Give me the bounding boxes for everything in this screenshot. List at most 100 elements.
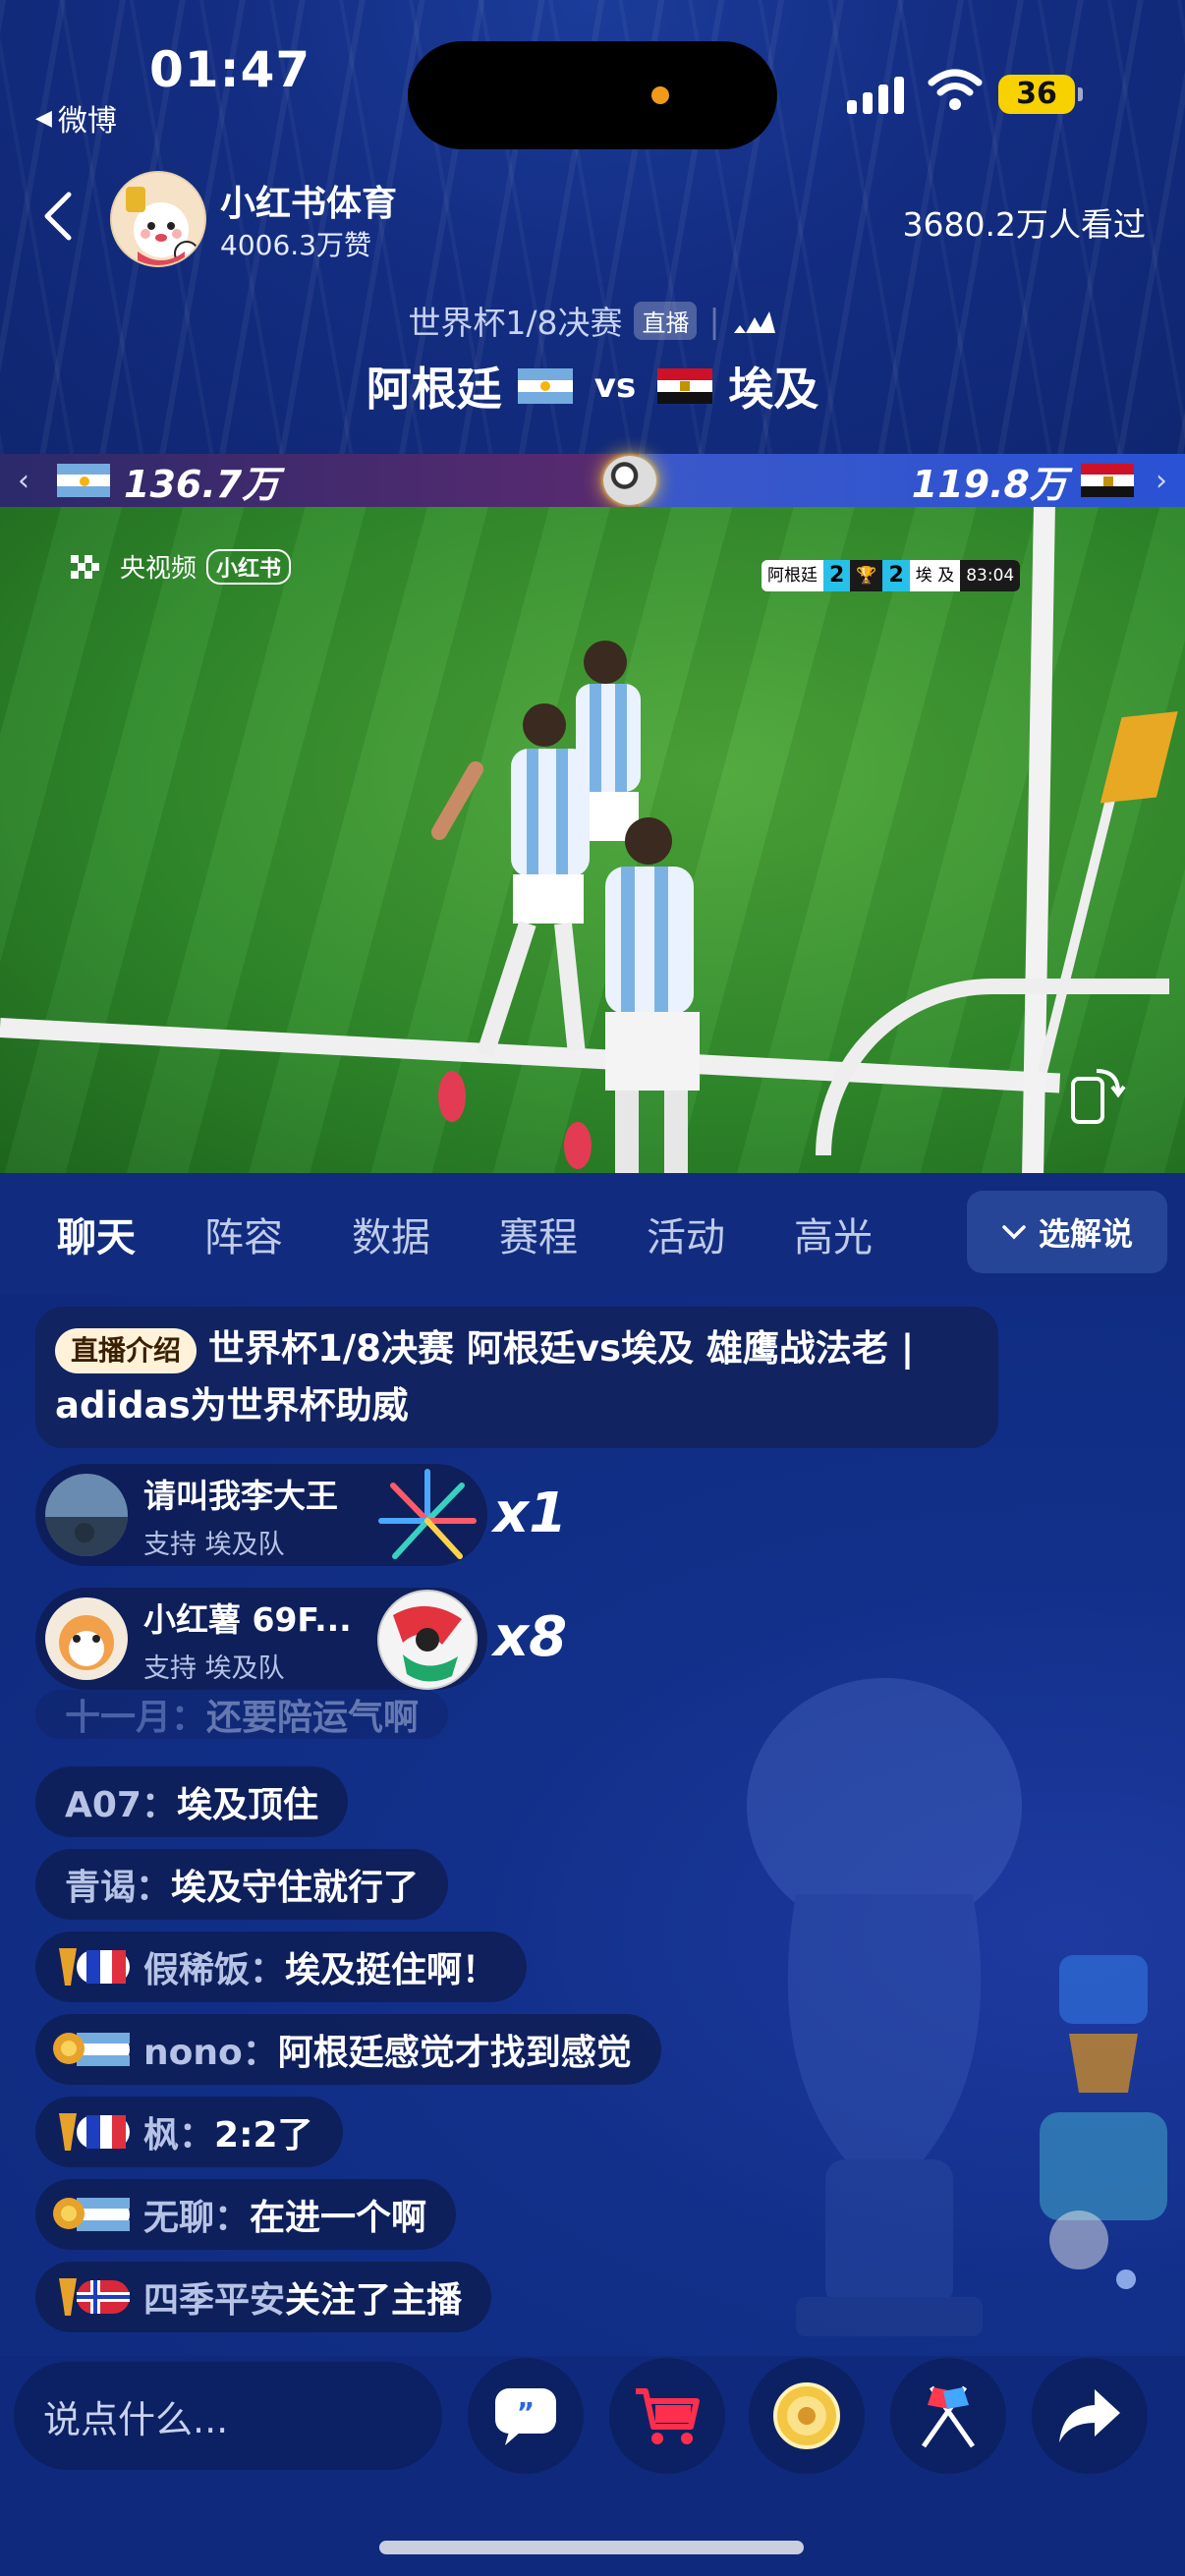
scoreboard-home: 阿根廷 <box>767 566 818 586</box>
tab-stats[interactable]: 数据 <box>352 1205 499 1262</box>
argentina-fan-badge-icon <box>53 2198 130 2231</box>
argentina-flag-icon <box>517 368 573 404</box>
chat-text: 还要陪运气啊 <box>206 1698 420 1738</box>
viewer-count: 3680.2万人看过 <box>902 205 1146 244</box>
teams-row: 阿根廷 vs 埃及 <box>0 354 1185 419</box>
tab-activity[interactable]: 活动 <box>647 1205 794 1262</box>
shopping-cart-icon <box>636 2388 700 2444</box>
coin-button[interactable] <box>749 2358 865 2474</box>
scoreboard-away-score: 2 <box>882 560 910 591</box>
chat-text: 埃及守住就行了 <box>171 1868 420 1908</box>
chat-message[interactable]: 十一月： 还要陪运气啊 <box>35 1690 449 1739</box>
scoreboard-away: 埃 及 <box>915 566 955 586</box>
egypt-flag-icon <box>1081 464 1134 497</box>
team-away: 埃及 <box>728 363 819 416</box>
france-fan-badge-icon <box>59 1948 130 1986</box>
gift-sender-support: 支持 埃及队 <box>143 1529 285 1560</box>
status-bar: 01:47 ◀ 微博 36 <box>0 0 1185 149</box>
title-divider: | <box>708 301 720 340</box>
chevron-down-icon <box>1002 1225 1026 1240</box>
live-video[interactable] <box>0 507 1185 1173</box>
support-away[interactable]: 119.8万 › <box>639 454 1185 507</box>
watermark-tag: 小红书 <box>206 548 292 585</box>
team-home: 阿根廷 <box>366 363 502 416</box>
anchor-likes: 4006.3万赞 <box>220 229 371 261</box>
chat-message[interactable]: 无聊： 在进一个啊 <box>35 2179 457 2250</box>
chevron-right-icon: › <box>1156 463 1167 498</box>
coin-icon <box>773 2382 840 2449</box>
support-home[interactable]: ‹ 136.7万 <box>0 454 639 507</box>
avatar[interactable] <box>45 1597 128 1680</box>
fireworks-icon <box>378 1469 477 1559</box>
chat-message[interactable]: 枫： 2:2了 <box>35 2097 343 2167</box>
soccer-ball-icon <box>377 1590 478 1690</box>
chat-text: 2:2了 <box>214 2115 313 2156</box>
chat-username: 四季平安 <box>143 2280 286 2321</box>
video-watermark: 央视频 小红书 <box>69 548 292 585</box>
chat-username: 枫： <box>143 2115 215 2156</box>
status-time: 01:47 <box>149 41 311 98</box>
argentina-flag-icon <box>57 464 110 497</box>
shop-button[interactable] <box>609 2358 725 2474</box>
player-figures <box>431 641 700 1173</box>
select-commentary-button[interactable]: 选解说 <box>967 1191 1167 1273</box>
match-title: 世界杯1/8决赛 <box>408 304 623 342</box>
scoreboard: 阿根廷 2 🏆 2 埃 及 83:04 <box>762 560 1021 591</box>
chat-username: 十一月： <box>65 1698 207 1738</box>
support-bar[interactable]: ‹ 136.7万 119.8万 › <box>0 454 1185 507</box>
chat-text: 阿根廷感觉才找到感觉 <box>277 2033 632 2073</box>
cctv-video-logo-icon <box>71 554 99 579</box>
chat-input[interactable]: 说点什么... <box>14 2362 442 2470</box>
chat-text: 埃及挺住啊！ <box>285 1950 498 1990</box>
chat-username: A07： <box>65 1785 177 1825</box>
tab-lineup[interactable]: 阵容 <box>204 1205 352 1262</box>
chat-message[interactable]: 四季平安 关注了主播 <box>35 2262 492 2332</box>
tab-schedule[interactable]: 赛程 <box>499 1205 647 1262</box>
anchor-avatar[interactable] <box>110 171 206 267</box>
back-arrow-icon[interactable] <box>39 189 79 244</box>
select-commentary-label: 选解说 <box>1038 1215 1133 1253</box>
scoreboard-clock: 83:04 <box>960 560 1021 591</box>
avatar[interactable] <box>45 1474 128 1556</box>
egypt-flag-icon <box>657 368 713 404</box>
chat-username: 青谒： <box>65 1868 172 1908</box>
tab-bar: 聊天 阵容 数据 赛程 活动 高光 选解说 <box>0 1173 1185 1295</box>
live-badge: 直播 <box>634 301 698 340</box>
share-icon <box>1059 2389 1120 2442</box>
chat-message[interactable]: A07： 埃及顶住 <box>35 1766 348 1837</box>
chat-message[interactable]: 青谒： 埃及守住就行了 <box>35 1849 449 1920</box>
rotate-screen-icon[interactable] <box>1067 1063 1126 1126</box>
adidas-logo-icon <box>733 311 775 333</box>
chat-bubble-icon: ” <box>495 2388 556 2445</box>
chat-message[interactable]: nono： 阿根廷感觉才找到感觉 <box>35 2014 661 2085</box>
battery-indicator: 36 <box>998 75 1083 114</box>
wifi-icon <box>928 69 983 110</box>
live-intro-tag: 直播介绍 <box>55 1327 198 1373</box>
watermark-text: 央视频 <box>120 554 198 584</box>
chat-username: 假稀饭： <box>143 1950 286 1990</box>
triangle-left-icon: ◀ <box>35 105 52 131</box>
chat-text: 埃及顶住 <box>176 1785 318 1825</box>
activity-float-icon[interactable] <box>1030 1945 1177 2299</box>
back-app-label: 微博 <box>57 104 117 139</box>
live-intro-card[interactable]: 直播介绍 世界杯1/8决赛 阿根廷vs埃及 雄鹰战法老 | adidas为世界杯助… <box>35 1307 998 1448</box>
anchor-name: 小红书体育 <box>220 184 398 224</box>
team-support-button[interactable] <box>890 2358 1006 2474</box>
dynamic-island <box>408 41 777 149</box>
vs-label: vs <box>593 366 637 406</box>
tab-chat[interactable]: 聊天 <box>57 1205 204 1262</box>
chat-username: 无聊： <box>143 2198 251 2238</box>
chat-message[interactable]: 假稀饭： 埃及挺住啊！ <box>35 1932 528 2002</box>
tab-highlights[interactable]: 高光 <box>794 1205 941 1262</box>
chat-bubble-button[interactable]: ” <box>468 2358 584 2474</box>
support-away-value: 119.8万 <box>911 462 1067 506</box>
chevron-left-icon: ‹ <box>18 463 29 498</box>
back-to-app[interactable]: ◀ 微博 <box>35 96 117 140</box>
gift-sender-support: 支持 埃及队 <box>143 1652 285 1684</box>
share-button[interactable] <box>1032 2358 1148 2474</box>
scoreboard-home-score: 2 <box>823 560 851 591</box>
home-indicator[interactable] <box>379 2541 804 2554</box>
support-home-value: 136.7万 <box>124 462 280 506</box>
france-fan-badge-icon <box>59 2113 130 2151</box>
chat-text: 在进一个啊 <box>250 2198 427 2238</box>
